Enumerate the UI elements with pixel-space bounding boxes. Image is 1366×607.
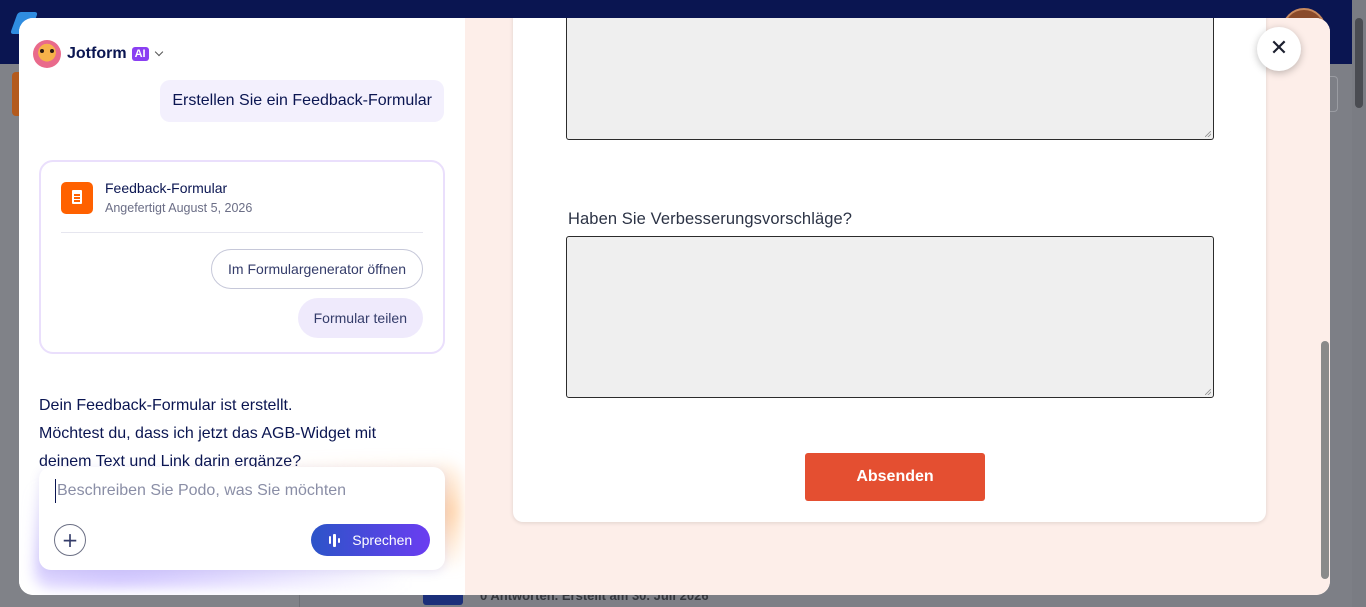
open-in-form-builder-button[interactable]: Im Formulargenerator öffnen: [211, 249, 423, 289]
prompt-composer: + Sprechen: [39, 467, 445, 570]
submit-button[interactable]: Absenden: [805, 453, 985, 501]
ai-message-line: Dein Feedback-Formular ist erstellt.: [39, 397, 293, 414]
form-preview-panel: Haben Sie Verbesserungsvorschläge? Absen…: [465, 18, 1330, 595]
ai-message-line: Möchtest du, dass ich jetzt das AGB-Widg…: [39, 425, 377, 442]
generated-form-card: Feedback-Formular Angefertigt August 5, …: [39, 160, 445, 354]
podo-logo-icon: [33, 40, 61, 68]
divider: [61, 232, 423, 233]
preview-scrollbar[interactable]: [1320, 18, 1330, 595]
preview-scrollbar-thumb[interactable]: [1321, 341, 1329, 579]
chevron-down-icon[interactable]: [154, 47, 163, 57]
brand-name: Jotform: [67, 45, 127, 62]
close-icon[interactable]: ✕: [1257, 27, 1301, 71]
suggestions-textarea[interactable]: [566, 236, 1214, 398]
page-scrollbar-thumb[interactable]: [1355, 18, 1363, 108]
form-preview-card: Haben Sie Verbesserungsvorschläge? Absen…: [513, 18, 1266, 522]
speak-button[interactable]: Sprechen: [311, 524, 430, 556]
speak-button-label: Sprechen: [352, 532, 413, 548]
background-search-field: [1330, 76, 1338, 112]
prompt-input[interactable]: [55, 479, 429, 503]
share-form-button[interactable]: Formular teilen: [297, 298, 423, 338]
chat-panel: Jotform AI Erstellen Sie ein Feedback-Fo…: [19, 18, 465, 595]
user-message: Erstellen Sie ein Feedback-Formular: [160, 80, 444, 122]
ai-badge: AI: [131, 47, 149, 61]
question-label: Haben Sie Verbesserungsvorschläge?: [568, 210, 853, 228]
document-icon: [61, 182, 93, 214]
waveform-icon: [328, 533, 341, 547]
form-title: Feedback-Formular: [105, 180, 228, 196]
previous-answer-textarea[interactable]: [566, 18, 1214, 140]
form-date: Angefertigt August 5, 2026: [105, 201, 253, 215]
ai-form-builder-modal: Jotform AI Erstellen Sie ein Feedback-Fo…: [19, 18, 1330, 595]
brand-menu[interactable]: Jotform AI: [33, 40, 163, 68]
plus-icon[interactable]: +: [54, 524, 86, 556]
